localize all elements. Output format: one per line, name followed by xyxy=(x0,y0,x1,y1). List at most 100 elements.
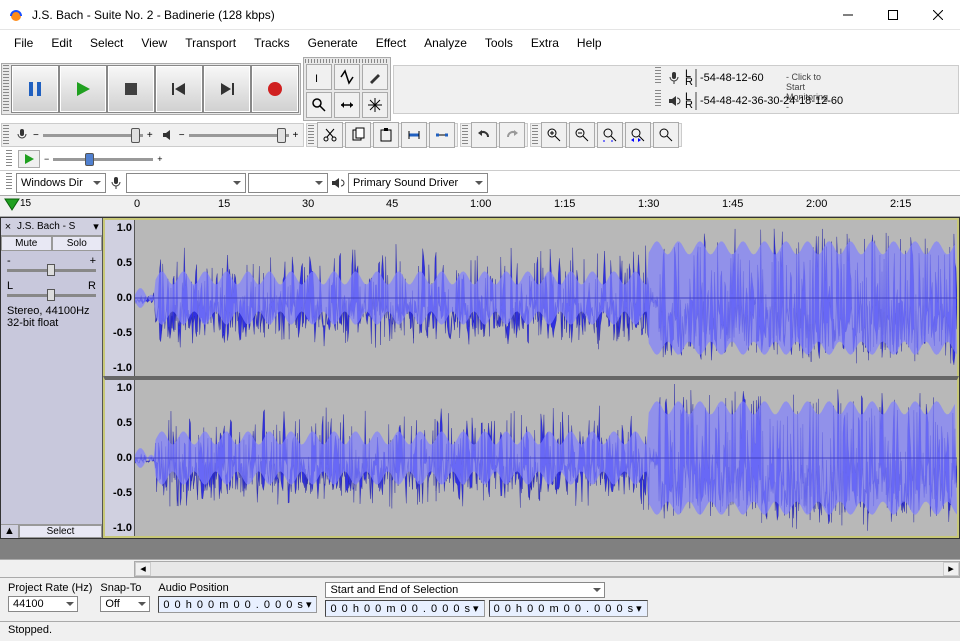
playback-speed-slider[interactable] xyxy=(53,158,153,161)
skip-end-button[interactable] xyxy=(203,65,251,113)
timeline-ruler[interactable]: 15 01530451:001:151:301:452:002:15 xyxy=(0,195,960,217)
menu-view[interactable]: View xyxy=(133,34,175,52)
title-bar: J.S. Bach - Suite No. 2 - Badinerie (128… xyxy=(0,0,960,30)
selection-toolbar: Project Rate (Hz) 44100 Snap-To Off Audi… xyxy=(0,577,960,621)
microphone-icon[interactable] xyxy=(665,69,683,87)
menu-select[interactable]: Select xyxy=(82,34,131,52)
zoom-out-button[interactable] xyxy=(569,122,595,148)
grip-icon[interactable] xyxy=(308,125,314,145)
gain-slider[interactable] xyxy=(7,269,96,272)
recording-channels-select[interactable] xyxy=(248,173,328,193)
recording-volume-slider[interactable] xyxy=(43,134,143,137)
track-select-button[interactable]: Select xyxy=(19,525,102,538)
silence-button[interactable] xyxy=(429,122,455,148)
menu-analyze[interactable]: Analyze xyxy=(416,34,475,52)
minus-label: − xyxy=(33,130,39,141)
track-name[interactable]: J.S. Bach - S xyxy=(15,221,90,232)
audio-position-input[interactable]: 0 0 h 0 0 m 0 0 . 0 0 0 s▾ xyxy=(158,596,317,613)
pan-slider[interactable] xyxy=(7,294,96,297)
mute-button[interactable]: Mute xyxy=(1,236,52,251)
menu-help[interactable]: Help xyxy=(569,34,610,52)
menu-transport[interactable]: Transport xyxy=(177,34,244,52)
project-rate-select[interactable]: 44100 xyxy=(8,596,78,612)
plus-label: + xyxy=(147,130,153,141)
audio-host-select[interactable]: Windows Dir xyxy=(16,173,106,193)
grip-icon[interactable] xyxy=(655,90,661,108)
grip-icon[interactable] xyxy=(462,125,468,145)
fit-selection-button[interactable] xyxy=(597,122,623,148)
track-spacer xyxy=(0,539,960,559)
playback-meter[interactable]: -54 -48 -42 -36 -30 -24 -18 -12 -6 0 xyxy=(695,92,697,110)
grip-icon[interactable] xyxy=(3,65,9,113)
play-button[interactable] xyxy=(59,65,107,113)
plus-label: + xyxy=(293,130,299,141)
speaker-icon xyxy=(330,175,346,191)
solo-button[interactable]: Solo xyxy=(52,236,103,251)
scroll-right-button[interactable]: ▸ xyxy=(943,562,959,576)
track-menu-button[interactable]: ▾ xyxy=(90,220,102,233)
menu-tools[interactable]: Tools xyxy=(477,34,521,52)
grip-icon[interactable] xyxy=(532,125,538,145)
selection-end-input[interactable]: 0 0 h 0 0 m 0 0 . 0 0 0 s▾ xyxy=(489,600,648,617)
waveform-right-channel[interactable] xyxy=(135,380,957,536)
waveform-left-channel[interactable] xyxy=(135,220,957,376)
stop-button[interactable] xyxy=(107,65,155,113)
grip-icon[interactable] xyxy=(6,150,12,168)
track-area: × J.S. Bach - S ▾ Mute Solo -+ LR Stereo… xyxy=(0,217,960,539)
recording-meter[interactable]: -54 -48 - Click to Start Monitoring - -1… xyxy=(695,69,697,87)
fit-project-button[interactable] xyxy=(625,122,651,148)
plus-label: + xyxy=(157,154,162,164)
draw-tool[interactable] xyxy=(362,64,388,90)
redo-button[interactable] xyxy=(499,122,525,148)
menu-extra[interactable]: Extra xyxy=(523,34,567,52)
collapse-button[interactable]: ▲ xyxy=(1,525,19,538)
pause-button[interactable] xyxy=(11,65,59,113)
grip-icon[interactable] xyxy=(3,125,9,145)
track-close-button[interactable]: × xyxy=(1,221,15,233)
close-button[interactable] xyxy=(915,0,960,30)
speaker-icon[interactable] xyxy=(665,92,683,110)
playhead-icon[interactable] xyxy=(4,198,20,214)
playback-device-select[interactable]: Primary Sound Driver xyxy=(348,173,488,193)
menu-generate[interactable]: Generate xyxy=(300,34,366,52)
recording-device-select[interactable] xyxy=(126,173,246,193)
zoom-toggle-button[interactable] xyxy=(653,122,679,148)
selection-tool[interactable]: I xyxy=(306,64,332,90)
grip-icon[interactable] xyxy=(6,173,12,191)
snap-to-select[interactable]: Off xyxy=(100,596,150,612)
microphone-icon xyxy=(108,175,124,191)
playback-volume-slider[interactable] xyxy=(189,134,289,137)
track-control-panel: × J.S. Bach - S ▾ Mute Solo -+ LR Stereo… xyxy=(1,218,103,538)
zoom-tool[interactable] xyxy=(306,92,332,118)
cut-button[interactable] xyxy=(317,122,343,148)
maximize-button[interactable] xyxy=(870,0,915,30)
menu-tracks[interactable]: Tracks xyxy=(246,34,298,52)
scroll-left-button[interactable]: ◂ xyxy=(135,562,151,576)
menu-effect[interactable]: Effect xyxy=(368,34,414,52)
zoom-toolbar xyxy=(530,123,682,147)
multi-tool[interactable] xyxy=(362,92,388,118)
skip-start-button[interactable] xyxy=(155,65,203,113)
envelope-tool[interactable] xyxy=(334,64,360,90)
horizontal-scrollbar[interactable]: ◂ ▸ xyxy=(0,559,960,577)
selection-start-input[interactable]: 0 0 h 0 0 m 0 0 . 0 0 0 s▾ xyxy=(325,600,484,617)
undo-button[interactable] xyxy=(471,122,497,148)
trim-button[interactable] xyxy=(401,122,427,148)
paste-button[interactable] xyxy=(373,122,399,148)
selection-mode-select[interactable]: Start and End of Selection xyxy=(325,582,605,598)
record-button[interactable] xyxy=(251,65,299,113)
minimize-button[interactable] xyxy=(825,0,870,30)
snap-to-label: Snap-To xyxy=(100,582,150,594)
grip-icon[interactable] xyxy=(655,67,661,85)
copy-button[interactable] xyxy=(345,122,371,148)
window-title: J.S. Bach - Suite No. 2 - Badinerie (128… xyxy=(32,8,825,22)
menu-edit[interactable]: Edit xyxy=(43,34,80,52)
transport-toolbar xyxy=(1,63,301,115)
timeline-neg-label: 15 xyxy=(20,198,31,209)
timeshift-tool[interactable] xyxy=(334,92,360,118)
zoom-in-button[interactable] xyxy=(541,122,567,148)
menu-bar: File Edit Select View Transport Tracks G… xyxy=(0,30,960,56)
play-at-speed-button[interactable] xyxy=(18,150,40,168)
menu-file[interactable]: File xyxy=(6,34,41,52)
meter-lr-label: LR xyxy=(685,93,693,109)
